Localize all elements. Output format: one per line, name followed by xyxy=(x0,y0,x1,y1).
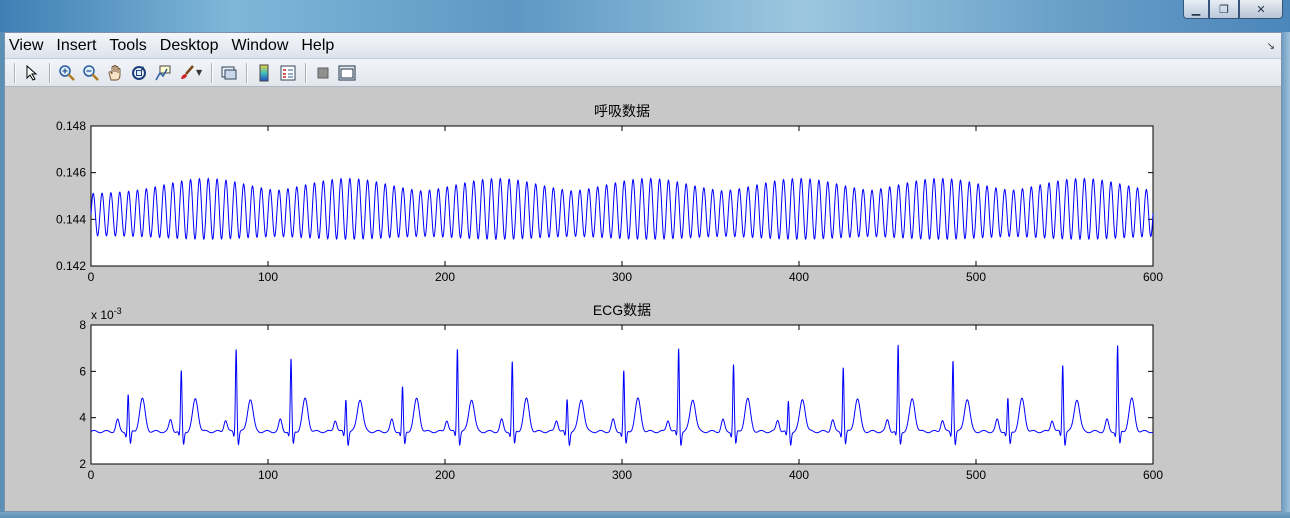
window-border-right xyxy=(1282,32,1290,518)
brush-dropdown-icon[interactable]: ▼ xyxy=(196,68,202,77)
x-tick-label: 500 xyxy=(966,468,986,482)
minimize-button[interactable]: ▁ xyxy=(1183,0,1209,19)
zoom-out-icon[interactable] xyxy=(80,62,102,84)
rotate-3d-icon[interactable] xyxy=(128,62,150,84)
window-title-bar: ▁ ❐ ✕ xyxy=(0,0,1290,32)
respiration-title: 呼吸数据 xyxy=(594,103,650,119)
window-controls: ▁ ❐ ✕ xyxy=(1183,0,1283,19)
link-plot-icon[interactable] xyxy=(218,62,240,84)
toolbar-separator xyxy=(246,62,248,83)
close-button[interactable]: ✕ xyxy=(1239,0,1283,19)
pan-hand-icon[interactable] xyxy=(104,62,126,84)
menu-view[interactable]: View xyxy=(5,37,51,55)
x-tick-label: 0 xyxy=(88,270,95,284)
toolbar-separator xyxy=(14,62,15,83)
x-tick-label: 400 xyxy=(789,270,809,284)
x-tick-label: 100 xyxy=(258,270,278,284)
respiration-axes-box xyxy=(90,125,1154,267)
x-tick-label: 100 xyxy=(258,468,278,482)
colorbar-icon[interactable] xyxy=(253,62,275,84)
y-tick-label: 2 xyxy=(79,457,86,471)
menu-desktop[interactable]: Desktop xyxy=(156,37,227,55)
x-tick-label: 400 xyxy=(789,468,809,482)
figure-canvas: 呼吸数据 0 100 200 300 400 500 600 0.142 0.144 0.146 0… xyxy=(5,88,1281,511)
maximize-icon: ❐ xyxy=(1219,2,1229,16)
y-tick-label: 0.142 xyxy=(56,259,86,273)
hide-plot-tools-icon[interactable] xyxy=(312,62,334,84)
y-tick-label: 4 xyxy=(79,411,86,425)
minimize-icon: ▁ xyxy=(1191,2,1201,16)
toolbar-separator xyxy=(305,62,307,83)
x-tick-label: 500 xyxy=(966,270,986,284)
data-cursor-icon[interactable] xyxy=(152,62,174,84)
x-tick-label: 600 xyxy=(1143,270,1163,284)
y-tick-label: 8 xyxy=(79,318,86,332)
menu-bar: View Insert Tools Desktop Window Help ↘ xyxy=(5,33,1281,59)
menu-window[interactable]: Window xyxy=(227,37,296,55)
close-icon: ✕ xyxy=(1256,2,1266,16)
menu-tools[interactable]: Tools xyxy=(105,37,154,55)
x-tick-label: 600 xyxy=(1143,468,1163,482)
x-tick-label: 0 xyxy=(88,468,95,482)
ecg-title: ECG数据 xyxy=(593,302,651,318)
x-tick-label: 300 xyxy=(612,468,632,482)
y-tick-label: 6 xyxy=(79,364,86,378)
respiration-axes: 呼吸数据 0 100 200 300 400 500 600 0.142 0.144 0.146 0… xyxy=(56,103,1163,284)
menu-help[interactable]: Help xyxy=(297,37,342,55)
ecg-axes-box xyxy=(90,324,1154,465)
ecg-exponent-label: x 10-3 xyxy=(91,306,122,322)
x-tick-label: 200 xyxy=(435,270,455,284)
menu-insert[interactable]: Insert xyxy=(52,37,104,55)
zoom-in-icon[interactable] xyxy=(56,62,78,84)
toolbar-separator xyxy=(49,62,50,83)
window-border-bottom xyxy=(0,512,1290,518)
plot-area: 呼吸数据 0 100 200 300 400 500 600 0.142 0.144 0.146 0… xyxy=(56,103,1163,482)
pointer-icon[interactable] xyxy=(21,62,43,84)
brush-icon[interactable] xyxy=(176,62,198,84)
toolbar-separator xyxy=(211,62,213,83)
figure-window: View Insert Tools Desktop Window Help ↘ xyxy=(4,32,1282,512)
maximize-button[interactable]: ❐ xyxy=(1209,0,1239,19)
legend-icon[interactable] xyxy=(277,62,299,84)
y-tick-label: 0.148 xyxy=(56,119,86,133)
x-tick-label: 300 xyxy=(612,270,632,284)
figure-toolbar: ▼ xyxy=(5,59,1281,87)
y-tick-label: 0.146 xyxy=(56,166,86,180)
y-tick-label: 0.144 xyxy=(56,212,86,226)
show-plot-tools-icon[interactable] xyxy=(336,62,358,84)
dock-icon[interactable]: ↘ xyxy=(1267,41,1275,52)
x-tick-label: 200 xyxy=(435,468,455,482)
ecg-axes: ECG数据 x 10-3 0 100 200 300 400 500 600 2 4 6 8 xyxy=(79,302,1163,482)
